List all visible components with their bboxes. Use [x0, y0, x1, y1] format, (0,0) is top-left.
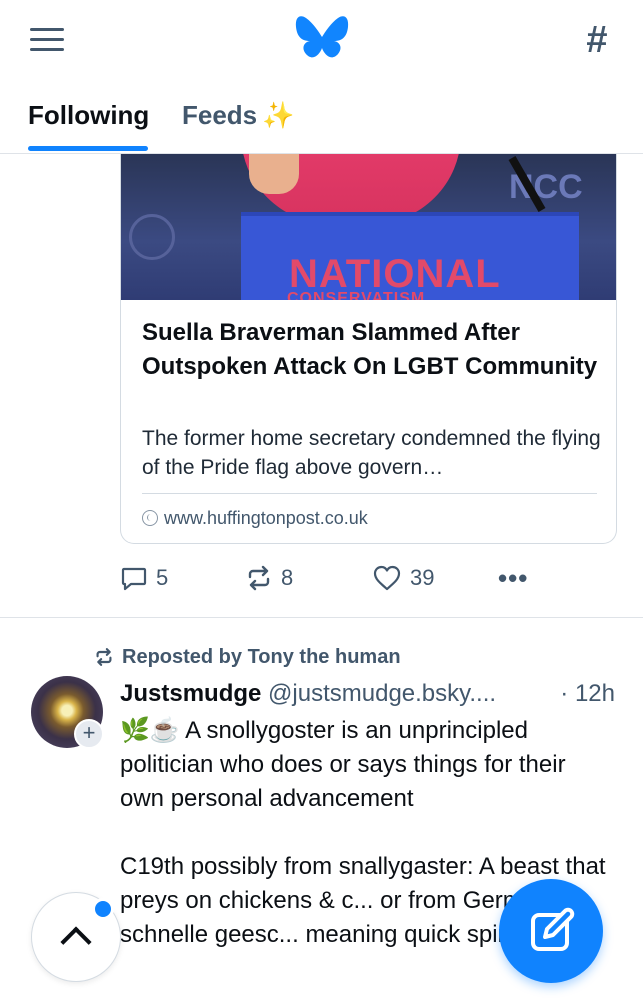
- repost-indicator[interactable]: Reposted by Tony the human: [94, 644, 401, 670]
- like-count: 39: [410, 565, 435, 590]
- sparkle-icon: ✨: [262, 100, 295, 130]
- top-bar: #: [0, 0, 643, 80]
- repost-count: 8: [281, 565, 294, 590]
- post-separator: [0, 617, 643, 618]
- post-header: Justsmudge @justsmudge.bsky....: [120, 676, 620, 712]
- link-card-image: NCC NATIONAL CONSERVATISM: [121, 154, 616, 300]
- link-card-title: Suella Braverman Slammed After Outspoken…: [142, 319, 598, 380]
- active-tab-indicator: [28, 146, 148, 151]
- repost-button[interactable]: 8: [245, 560, 293, 596]
- reply-icon: [121, 567, 147, 591]
- compose-icon: [531, 907, 575, 951]
- post-handle[interactable]: @justsmudge.bsky....: [268, 680, 496, 707]
- new-posts-dot: [92, 898, 114, 920]
- like-button[interactable]: 39: [372, 560, 434, 596]
- link-card-description: The former home secretary condemned the …: [142, 427, 601, 479]
- hashtag-feeds-icon[interactable]: #: [578, 20, 616, 60]
- link-card-domain: www.huffingtonpost.co.uk: [142, 506, 368, 530]
- post-display-name[interactable]: Justsmudge: [120, 680, 261, 707]
- domain-text: www.huffingtonpost.co.uk: [164, 507, 368, 528]
- seal-graphic: [129, 214, 175, 260]
- hand-graphic: [249, 154, 299, 194]
- post-paragraph-1: 🌿☕ A snollygoster is an unprincipled pol…: [120, 717, 566, 812]
- reply-button[interactable]: 5: [120, 560, 168, 596]
- tab-feeds[interactable]: Feeds: [182, 98, 257, 132]
- globe-icon: [142, 510, 158, 526]
- repost-small-icon: [96, 648, 112, 666]
- feed-tabs: Following Feeds: [0, 80, 643, 154]
- link-card-divider: [142, 493, 597, 494]
- chevron-up-icon: [60, 926, 92, 958]
- reply-count: 5: [156, 565, 169, 590]
- tab-following[interactable]: Following: [28, 98, 149, 132]
- post-timestamp[interactable]: · 12h: [550, 676, 615, 712]
- compose-button[interactable]: [499, 879, 603, 983]
- butterfly-logo-icon[interactable]: [293, 14, 351, 64]
- more-options-icon[interactable]: •••: [498, 560, 528, 596]
- podium-subtext: CONSERVATISM: [287, 290, 426, 300]
- repost-icon: [248, 565, 270, 591]
- reposted-by-text: Reposted by Tony the human: [122, 645, 401, 668]
- post-actions: 5 8 39 •••: [120, 560, 540, 596]
- heart-icon: [373, 565, 401, 591]
- link-preview-card[interactable]: NCC NATIONAL CONSERVATISM Suella Braverm…: [120, 154, 617, 544]
- hamburger-menu-icon[interactable]: [28, 24, 66, 54]
- follow-plus-icon[interactable]: +: [74, 719, 104, 749]
